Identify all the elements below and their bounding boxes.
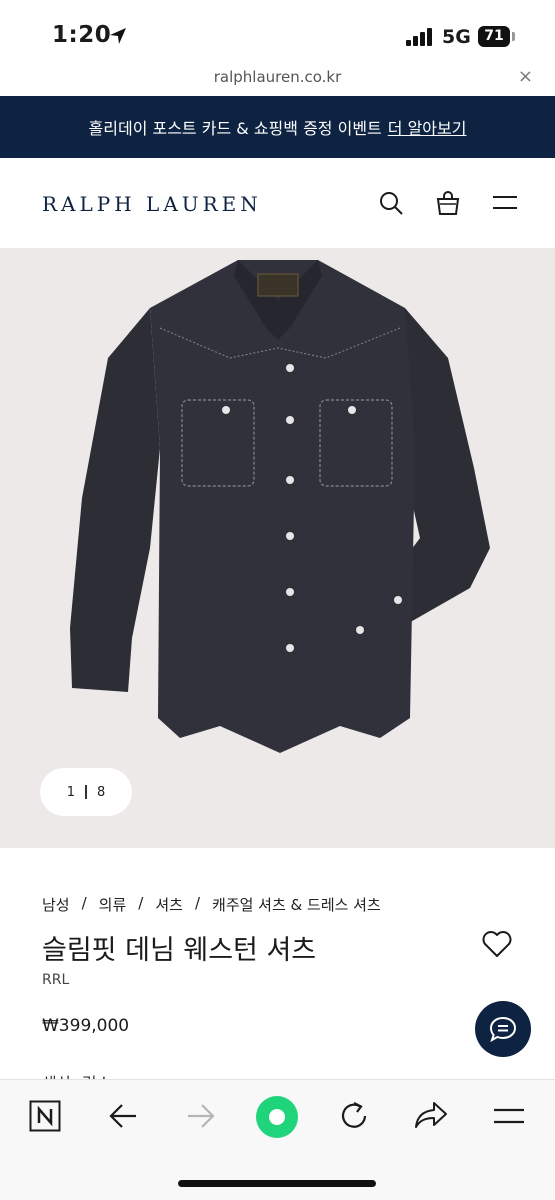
breadcrumb-shirts[interactable]: 셔츠 xyxy=(155,894,183,915)
close-icon[interactable]: × xyxy=(518,66,533,87)
image-counter: 1 8 xyxy=(40,768,132,816)
forward-arrow-icon[interactable] xyxy=(186,1102,216,1130)
image-counter-total: 8 xyxy=(97,784,106,800)
search-icon[interactable] xyxy=(378,190,404,216)
chat-bubble-icon xyxy=(489,1016,517,1042)
status-time: 1:20 xyxy=(52,22,112,48)
denim-shirt-image xyxy=(70,260,490,753)
refresh-icon[interactable] xyxy=(338,1100,370,1132)
battery-tip xyxy=(512,32,515,41)
heart-icon[interactable] xyxy=(482,930,512,958)
brand-logo[interactable]: RALPH LAUREN xyxy=(42,192,262,216)
network-label: 5G xyxy=(442,26,471,48)
location-arrow-icon xyxy=(110,28,126,44)
url-bar[interactable]: ralphlauren.co.kr × xyxy=(0,62,555,96)
breadcrumb-clothing[interactable]: 의류 xyxy=(99,894,127,915)
signal-icon xyxy=(406,28,432,46)
naver-n-icon[interactable] xyxy=(29,1100,61,1132)
promo-banner: 홀리데이 포스트 카드 & 쇼핑백 증정 이벤트 더 알아보기 xyxy=(0,96,555,158)
chat-button[interactable] xyxy=(475,1001,531,1057)
product-image-carousel[interactable]: 1 8 xyxy=(0,248,555,848)
image-counter-current: 1 xyxy=(66,784,75,800)
breadcrumb-separator: / xyxy=(194,894,201,912)
breadcrumb-separator: / xyxy=(81,894,87,912)
home-green-icon[interactable] xyxy=(256,1096,298,1138)
site-header: RALPH LAUREN xyxy=(0,158,555,248)
breadcrumb-men[interactable]: 남성 xyxy=(42,894,70,915)
battery-indicator: 71 xyxy=(478,26,510,47)
menu-icon[interactable] xyxy=(493,1107,525,1127)
home-indicator xyxy=(178,1180,376,1187)
product-brand: RRL xyxy=(42,972,70,988)
breadcrumb-separator: / xyxy=(138,894,144,912)
status-bar: 1:20 5G 71 xyxy=(0,0,555,62)
promo-text: 홀리데이 포스트 카드 & 쇼핑백 증정 이벤트 xyxy=(88,119,382,138)
menu-icon[interactable] xyxy=(492,194,518,212)
counter-divider xyxy=(85,785,87,799)
breadcrumb: 남성 / 의류 / 셔츠 / 캐주얼 셔츠 & 드레스 셔츠 xyxy=(42,894,381,915)
product-title: 슬림핏 데님 웨스턴 셔츠 xyxy=(42,935,317,966)
product-price: ₩399,000 xyxy=(42,1016,130,1036)
bag-icon[interactable] xyxy=(436,190,460,216)
share-icon[interactable] xyxy=(414,1100,448,1130)
breadcrumb-casual-dress-shirts[interactable]: 캐주얼 셔츠 & 드레스 셔츠 xyxy=(212,894,381,915)
url-text[interactable]: ralphlauren.co.kr xyxy=(0,68,555,86)
back-arrow-icon[interactable] xyxy=(108,1102,138,1130)
promo-learn-more-link[interactable]: 더 알아보기 xyxy=(388,115,467,139)
